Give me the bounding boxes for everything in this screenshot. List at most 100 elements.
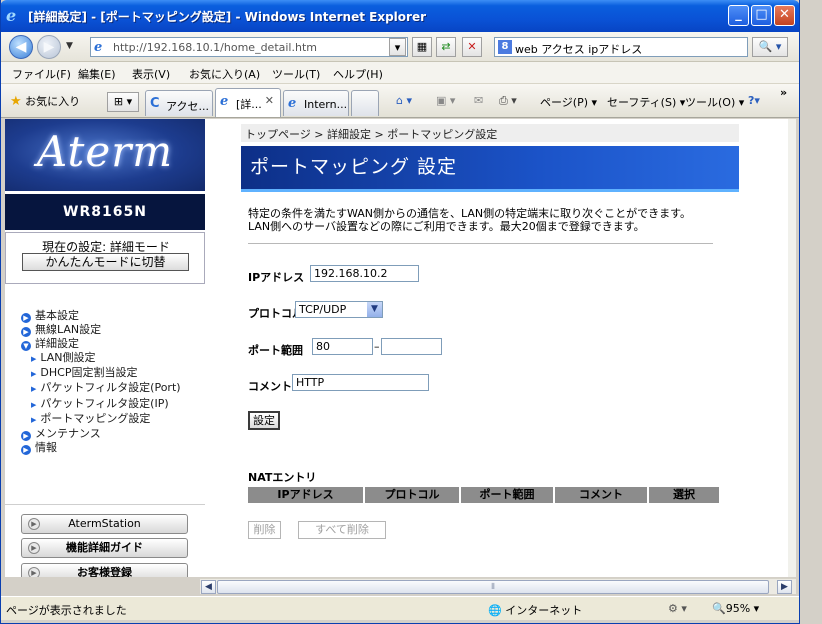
stop-icon[interactable]: ✕ (462, 37, 482, 57)
delete-button[interactable]: 削除 (248, 521, 281, 539)
vertical-scrollbar[interactable] (788, 119, 796, 577)
tab-close-icon[interactable]: ✕ (265, 94, 274, 107)
sidebar-subitem-filter-ip[interactable]: ▶ パケットフィルタ設定(IP) (21, 397, 205, 412)
menu-file[interactable]: ファイル(F) (12, 66, 71, 82)
model-name: WR8165N (5, 194, 205, 230)
home-icon[interactable]: ⌂ ▾ (396, 94, 412, 107)
sidebar-item-wireless[interactable]: ▶ 無線LAN設定 (21, 323, 205, 337)
main-content: トップページ > 詳細設定 > ポートマッピング設定 ポートマッピング 設定 特… (241, 119, 796, 577)
mail-icon[interactable]: ✉ (474, 94, 483, 107)
sidebar-subitem-label: LAN側設定 (40, 351, 96, 364)
favorites-button[interactable]: ★ お気に入り (10, 93, 80, 109)
chevron-down-icon: ▼ (367, 302, 382, 317)
minimize-button[interactable]: _ (728, 5, 749, 26)
close-window-button[interactable]: ✕ (774, 5, 795, 26)
menu-tools[interactable]: ツール(T) (272, 66, 320, 82)
small-arrow-icon: ▶ (31, 370, 37, 379)
circle-arrow-icon: ▶ (28, 542, 40, 554)
page-viewport: Aterm WR8165N 現在の設定: 詳細モード かんたんモードに切替 ▶ 基… (5, 119, 796, 577)
quick-tabs-icon[interactable]: ⊞ ▾ (107, 92, 139, 112)
port-from-input[interactable]: 80 (312, 338, 373, 355)
tab-bar: ★ お気に入り ⊞ ▾ C アクセ... e [詳... ✕ e Intern.… (0, 84, 800, 118)
set-button[interactable]: 設定 (248, 411, 280, 430)
sidebar-subitem-filter-port[interactable]: ▶ パケットフィルタ設定(Port) (21, 381, 205, 396)
tab-detail-settings[interactable]: e [詳... ✕ (215, 88, 281, 117)
new-tab-button[interactable] (351, 90, 379, 116)
address-input[interactable]: e http://192.168.10.1/home_detail.htm (90, 37, 408, 57)
port-to-input[interactable] (381, 338, 442, 355)
arrow-right-icon: ▶ (21, 313, 31, 323)
zoom-level: 95% (725, 602, 751, 615)
tab-access[interactable]: C アクセ... (145, 90, 213, 116)
sidebar-item-advanced[interactable]: ▼ 詳細設定 (21, 337, 205, 351)
column-header-port-range: ポート範囲 (461, 487, 555, 503)
protected-mode-icon[interactable]: ⚙ ▾ (668, 602, 687, 615)
address-url: http://192.168.10.1/home_detail.htm (113, 41, 317, 54)
compatibility-icon[interactable]: ▦ (412, 37, 432, 57)
sidebar-item-info[interactable]: ▶ 情報 (21, 441, 205, 456)
scrollbar-thumb[interactable]: ⦀ (217, 580, 769, 594)
search-query: web アクセス ipアドレス (515, 43, 643, 56)
page-menu[interactable]: ページ(P) ▾ (540, 94, 597, 110)
sidebar-divider (5, 504, 205, 505)
small-arrow-icon: ▶ (31, 400, 37, 409)
breadcrumb: トップページ > 詳細設定 > ポートマッピング設定 (241, 124, 739, 142)
help-icon[interactable]: ?▾ (748, 94, 760, 107)
forward-button[interactable]: ▶ (37, 35, 61, 59)
print-icon[interactable]: ⎙ ▾ (499, 94, 517, 108)
customer-registration-button[interactable]: ▶ お客様登録 (21, 563, 188, 577)
refresh-icon[interactable]: ⇄ (436, 37, 456, 57)
page-icon: e (94, 40, 103, 55)
delete-all-button[interactable]: すべて削除 (298, 521, 386, 539)
search-button[interactable]: 🔍 ▾ (752, 37, 788, 57)
menu-help[interactable]: ヘルプ(H) (333, 66, 383, 82)
ie-logo-icon: e (6, 6, 17, 25)
sidebar-item-label: 無線LAN設定 (35, 323, 102, 336)
history-dropdown-icon[interactable]: ▼ (66, 41, 73, 51)
tab-internet[interactable]: e Intern... (283, 90, 349, 116)
address-dropdown-icon[interactable]: ▾ (389, 38, 406, 56)
star-icon: ★ (10, 94, 22, 109)
horizontal-scrollbar[interactable]: ◀ ⦀ ▶ (200, 578, 796, 594)
function-guide-button[interactable]: ▶ 機能詳細ガイド (21, 538, 188, 558)
column-header-protocol: プロトコル (365, 487, 461, 503)
status-bar: ページが表示されました 🌐 インターネット ⚙ ▾ 🔍95% ▾ (0, 596, 800, 620)
scroll-right-icon[interactable]: ▶ (777, 580, 792, 594)
menu-edit[interactable]: 編集(E) (78, 66, 116, 82)
sidebar-menu: ▶ 基本設定 ▶ 無線LAN設定 ▼ 詳細設定 ▶ LAN側設定 ▶ DHCP固定割当設定… (21, 309, 205, 456)
more-tools-icon[interactable]: » (780, 86, 787, 99)
status-text: ページが表示されました (6, 604, 127, 617)
zoom-control[interactable]: 🔍95% ▾ (712, 602, 759, 615)
safety-menu[interactable]: セーフティ(S) ▾ (607, 94, 685, 110)
switch-mode-button[interactable]: かんたんモードに切替 (22, 253, 189, 271)
description: 特定の条件を満たすWAN側からの通信を、LAN側の特定端末に取り次ぐことができま… (248, 207, 738, 233)
menu-favorites[interactable]: お気に入り(A) (189, 66, 260, 82)
search-input[interactable]: 8 web アクセス ipアドレス (494, 37, 748, 57)
back-button[interactable]: ◀ (9, 35, 33, 59)
sidebar-item-maintenance[interactable]: ▶ メンテナンス (21, 427, 205, 442)
sidebar-subitem-port-mapping[interactable]: ▶ ポートマッピング設定 (21, 412, 205, 427)
menu-view[interactable]: 表示(V) (132, 66, 170, 82)
sidebar-subitem-lan[interactable]: ▶ LAN側設定 (21, 351, 205, 366)
button-label: AtermStation (68, 517, 141, 530)
small-arrow-icon: ▶ (31, 415, 37, 424)
brand-name: Aterm (36, 127, 174, 176)
tools-menu[interactable]: ツール(O) ▾ (685, 94, 744, 110)
sidebar-subitem-dhcp[interactable]: ▶ DHCP固定割当設定 (21, 366, 205, 381)
scroll-left-icon[interactable]: ◀ (201, 580, 216, 594)
maximize-button[interactable]: □ (751, 5, 772, 26)
port-separator: – (374, 340, 380, 353)
ip-address-input[interactable]: 192.168.10.2 (310, 265, 419, 282)
tab-label: Intern... (304, 98, 348, 111)
feeds-icon[interactable]: ▣ ▾ (436, 94, 455, 107)
sidebar-item-basic[interactable]: ▶ 基本設定 (21, 309, 205, 323)
arrow-right-icon: ▶ (21, 327, 31, 337)
protocol-select[interactable]: TCP/UDP ▼ (295, 301, 383, 318)
comment-input[interactable]: HTTP (292, 374, 429, 391)
description-line-1: 特定の条件を満たすWAN側からの通信を、LAN側の特定端末に取り次ぐことができま… (248, 207, 692, 220)
security-zone: 🌐 インターネット (488, 602, 582, 618)
small-arrow-icon: ▶ (31, 385, 37, 394)
column-header-ip: IPアドレス (248, 487, 365, 503)
aterm-station-button[interactable]: ▶ AtermStation (21, 514, 188, 534)
arrow-right-icon: ▶ (21, 445, 31, 456)
